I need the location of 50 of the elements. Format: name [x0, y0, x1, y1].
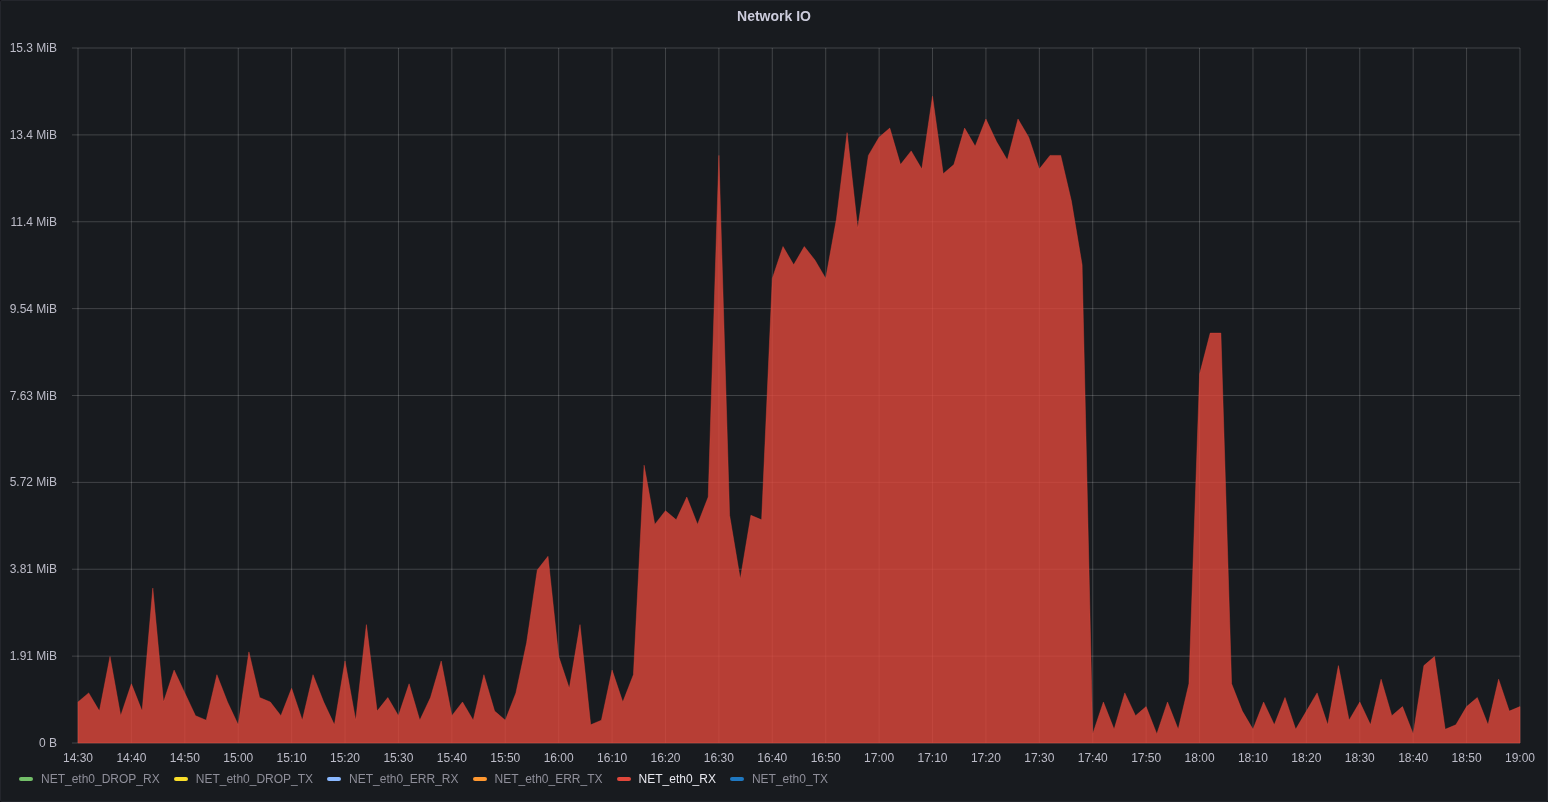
x-axis-label: 16:10	[597, 751, 628, 765]
legend-item[interactable]: NET_eth0_RX	[616, 772, 716, 786]
y-axis-label: 1.91 MiB	[9, 649, 57, 664]
y-axis-label: 3.81 MiB	[9, 562, 57, 577]
x-axis-label: 17:50	[1131, 751, 1162, 765]
x-axis-label: 14:50	[169, 751, 200, 765]
legend-label: NET_eth0_DROP_RX	[41, 772, 160, 786]
y-axis-label: 7.63 MiB	[9, 388, 57, 403]
x-axis-label: 15:10	[276, 751, 307, 765]
x-axis-label: 15:30	[383, 751, 414, 765]
x-axis-label: 15:20	[330, 751, 361, 765]
x-axis-label: 16:40	[757, 751, 788, 765]
y-axis-label: 13.4 MiB	[9, 127, 57, 142]
x-axis-label: 15:50	[490, 751, 521, 765]
x-axis-label: 17:40	[1077, 751, 1108, 765]
panel-title: Network IO	[737, 7, 811, 26]
legend-label: NET_eth0_TX	[751, 772, 828, 786]
x-axis-label: 19:00	[1505, 751, 1535, 765]
x-axis-label: 14:40	[116, 751, 147, 765]
y-axis-label: 0 B	[39, 736, 57, 750]
legend-label: NET_eth0_DROP_TX	[195, 772, 314, 786]
x-axis-label: 18:00	[1184, 751, 1215, 765]
y-axis-label: 15.3 MiB	[9, 41, 57, 55]
legend-item[interactable]: NET_eth0_ERR_RX	[327, 772, 459, 786]
x-axis-label: 17:20	[970, 751, 1001, 765]
x-axis-label: 15:00	[223, 751, 254, 765]
x-axis-label: 14:30	[63, 751, 93, 765]
x-axis-label: 16:30	[703, 751, 734, 765]
y-axis-label: 9.54 MiB	[9, 301, 57, 316]
legend-item[interactable]: NET_eth0_ERR_TX	[472, 772, 603, 786]
y-axis-label: 5.72 MiB	[9, 475, 57, 490]
legend-label: NET_eth0_ERR_TX	[494, 772, 603, 786]
x-axis-label: 16:00	[543, 751, 574, 765]
legend-item[interactable]: NET_eth0_DROP_TX	[173, 772, 314, 786]
x-axis-label: 18:30	[1344, 751, 1375, 765]
x-axis-label: 17:00	[864, 751, 895, 765]
x-axis-label: 18:10	[1237, 751, 1268, 765]
x-axis-label: 18:20	[1291, 751, 1322, 765]
x-axis-label: 17:30	[1024, 751, 1055, 765]
legend-item[interactable]: NET_eth0_DROP_RX	[19, 772, 160, 786]
legend-label: NET_eth0_ERR_RX	[349, 772, 459, 786]
legend-label: NET_eth0_RX	[638, 772, 716, 786]
x-axis-label: 18:50	[1451, 751, 1482, 765]
y-axis-label: 11.4 MiB	[10, 214, 57, 229]
x-axis-label: 16:20	[650, 751, 681, 765]
x-axis-label: 18:40	[1398, 751, 1429, 765]
x-axis-label: 16:50	[810, 751, 841, 765]
x-axis-label: 15:40	[436, 751, 467, 765]
legend-item[interactable]: NET_eth0_TX	[729, 772, 828, 786]
x-axis-label: 17:10	[917, 751, 948, 765]
